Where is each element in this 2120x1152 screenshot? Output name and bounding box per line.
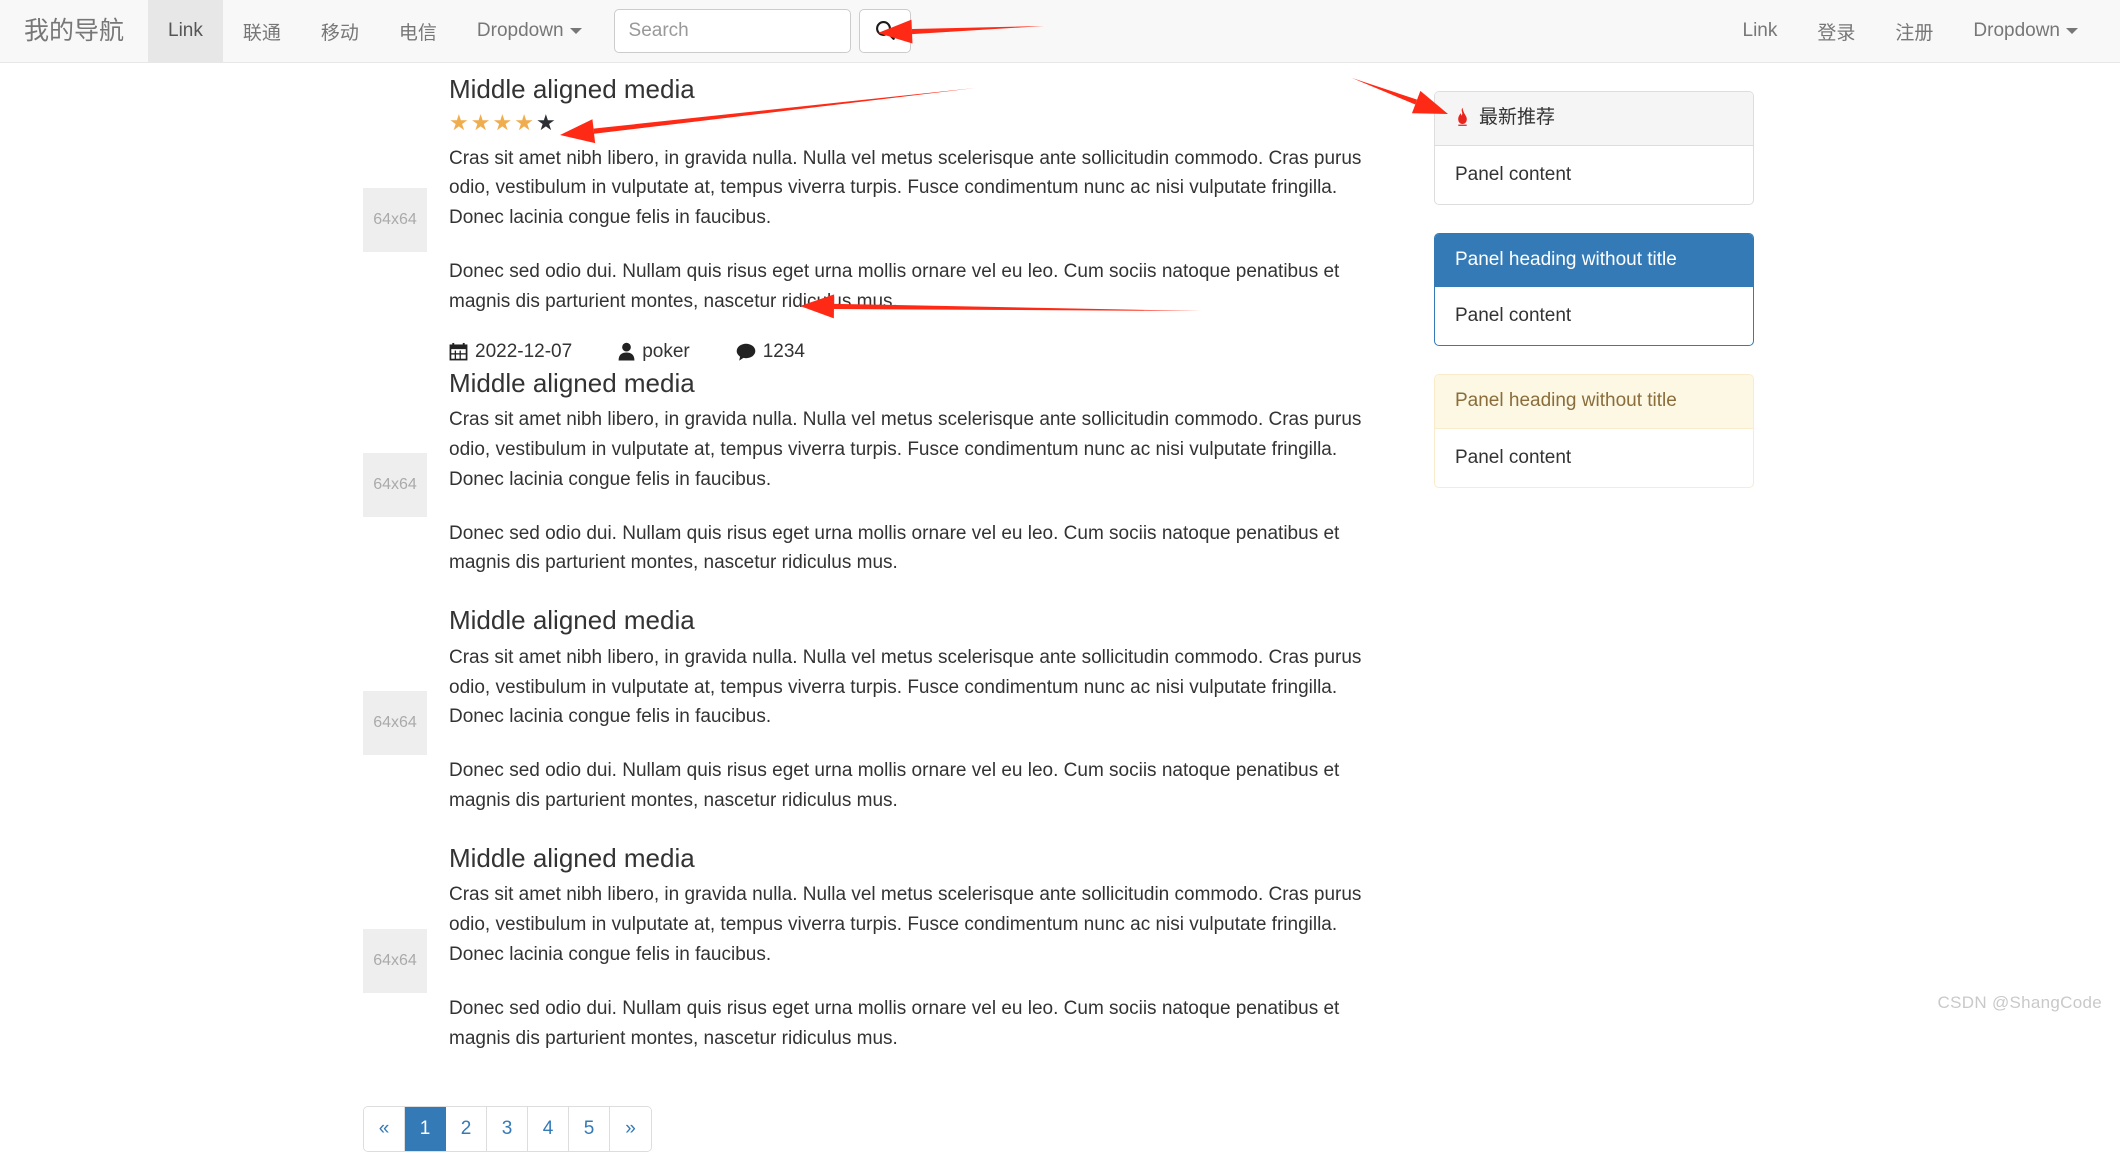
media-paragraph: Donec sed odio dui. Nullam quis risus eg… [449,519,1373,579]
star-empty-icon: ★ [536,110,558,135]
star-filled-icon: ★ [471,110,493,135]
nav-item-right-Dropdown[interactable]: Dropdown [1953,0,2098,62]
panel-default: 最新推荐 Panel content [1434,91,1754,205]
media-paragraph: Cras sit amet nibh libero, in gravida nu… [449,144,1373,233]
media-meta-row: 2022-12-07 poker 1234 [449,341,1373,363]
panel-body: Panel content [1435,287,1753,345]
panel-body: Panel content [1435,146,1753,204]
media-thumbnail[interactable]: 64x64 [363,453,427,517]
nav-item-label: Link [168,20,203,42]
nav-item-right-登录[interactable]: 登录 [1797,0,1875,62]
media-heading[interactable]: Middle aligned media [449,604,1373,637]
media-thumbnail[interactable]: 64x64 [363,929,427,993]
panel-warning: Panel heading without title Panel content [1434,374,1754,488]
media-body: Middle aligned media Cras sit amet nibh l… [449,842,1373,1080]
media-body: Middle aligned media★★★★★Cras sit amet n… [449,73,1373,367]
fire-icon [1455,107,1470,130]
media-thumbnail[interactable]: 64x64 [363,188,427,252]
pagination-item[interactable]: 5 [569,1107,610,1151]
star-filled-icon: ★ [492,110,514,135]
panel-heading-text: Panel heading without title [1455,389,1677,414]
panel-heading: Panel heading without title [1435,234,1753,288]
nav-item-label: 注册 [1895,18,1933,45]
navbar-left-items: Link 联通 移动 电信 Dropdown [148,0,602,62]
panel-body: Panel content [1435,429,1753,487]
media-body: Middle aligned media Cras sit amet nibh l… [449,367,1373,605]
nav-item-label: Dropdown [477,20,564,42]
comment-icon [736,343,756,361]
nav-item-Dropdown[interactable]: Dropdown [457,0,602,62]
media-paragraph: Donec sed odio dui. Nullam quis risus eg… [449,257,1373,317]
media-paragraph: Cras sit amet nibh libero, in gravida nu… [449,643,1373,732]
chevron-down-icon [2066,28,2078,34]
meta-comments-text: 1234 [763,341,805,363]
nav-item-label: Link [1743,20,1778,42]
media-heading[interactable]: Middle aligned media [449,842,1373,875]
watermark: CSDN @ShangCode [1938,993,2102,1013]
nav-item-label: 登录 [1817,18,1855,45]
meta-author: poker [618,341,690,363]
media-item: 64x64Middle aligned media★★★★★Cras sit a… [363,73,1373,367]
media-heading[interactable]: Middle aligned media [449,367,1373,400]
pagination-item[interactable]: » [610,1107,651,1151]
media-item: 64x64 Middle aligned media Cras sit amet n… [363,842,1373,1080]
meta-date-text: 2022-12-07 [475,341,572,363]
panel-heading: Panel heading without title [1435,375,1753,429]
rating-stars[interactable]: ★★★★★ [449,112,1373,134]
media-thumbnail[interactable]: 64x64 [363,691,427,755]
panel-heading: 最新推荐 [1435,92,1753,146]
star-filled-icon: ★ [514,110,536,135]
panel-heading-text: 最新推荐 [1479,106,1555,131]
media-paragraph: Donec sed odio dui. Nullam quis risus eg… [449,994,1373,1054]
media-list: 64x64Middle aligned media★★★★★Cras sit a… [363,73,1373,1080]
nav-item-right-Link[interactable]: Link [1723,0,1798,62]
panel-heading-text: Panel heading without title [1455,248,1677,273]
panel-primary: Panel heading without title Panel content [1434,233,1754,347]
navbar-search-form [614,0,911,62]
nav-item-right-注册[interactable]: 注册 [1875,0,1953,62]
media-paragraph: Cras sit amet nibh libero, in gravida nu… [449,880,1373,969]
top-navbar: 我的导航 Link 联通 移动 电信 Dropdown Link 登录 注册 Dropdown [0,0,2120,63]
media-paragraph: Donec sed odio dui. Nullam quis risus eg… [449,756,1373,816]
pagination-item[interactable]: 2 [446,1107,487,1151]
panel-list: 最新推荐Panel contentPanel heading without t… [1434,91,1754,488]
nav-item-联通[interactable]: 联通 [223,0,301,62]
search-input[interactable] [614,9,851,53]
meta-comments: 1234 [736,341,805,363]
star-filled-icon: ★ [449,110,471,135]
search-button[interactable] [859,9,911,53]
pagination-item[interactable]: 4 [528,1107,569,1151]
nav-item-Link[interactable]: Link [148,0,223,62]
media-item: 64x64 Middle aligned media Cras sit amet n… [363,367,1373,605]
pagination-item[interactable]: 3 [487,1107,528,1151]
chevron-down-icon [570,28,582,34]
nav-item-电信[interactable]: 电信 [379,0,457,62]
calendar-icon [449,342,468,361]
main-column: 64x64Middle aligned media★★★★★Cras sit a… [363,73,1373,1152]
media-body: Middle aligned media Cras sit amet nibh l… [449,604,1373,842]
meta-date: 2022-12-07 [449,341,572,363]
pagination[interactable]: «12345» [363,1106,652,1152]
nav-item-label: 联通 [243,18,281,45]
pagination-item[interactable]: 1 [405,1107,446,1151]
meta-author-text: poker [642,341,690,363]
pagination-item[interactable]: « [364,1107,405,1151]
navbar-brand[interactable]: 我的导航 [0,0,148,62]
user-icon [618,342,635,361]
sidebar-column: 最新推荐Panel contentPanel heading without t… [1434,91,1754,516]
nav-item-label: 电信 [399,18,437,45]
search-icon [874,19,896,44]
navbar-right-items: Link 登录 注册 Dropdown [1723,0,2120,62]
media-item: 64x64 Middle aligned media Cras sit amet n… [363,604,1373,842]
nav-item-移动[interactable]: 移动 [301,0,379,62]
media-heading[interactable]: Middle aligned media [449,73,1373,106]
navbar-left-group: 我的导航 Link 联通 移动 电信 Dropdown [0,0,911,62]
nav-item-label: Dropdown [1973,20,2060,42]
media-paragraph: Cras sit amet nibh libero, in gravida nu… [449,405,1373,494]
nav-item-label: 移动 [321,18,359,45]
